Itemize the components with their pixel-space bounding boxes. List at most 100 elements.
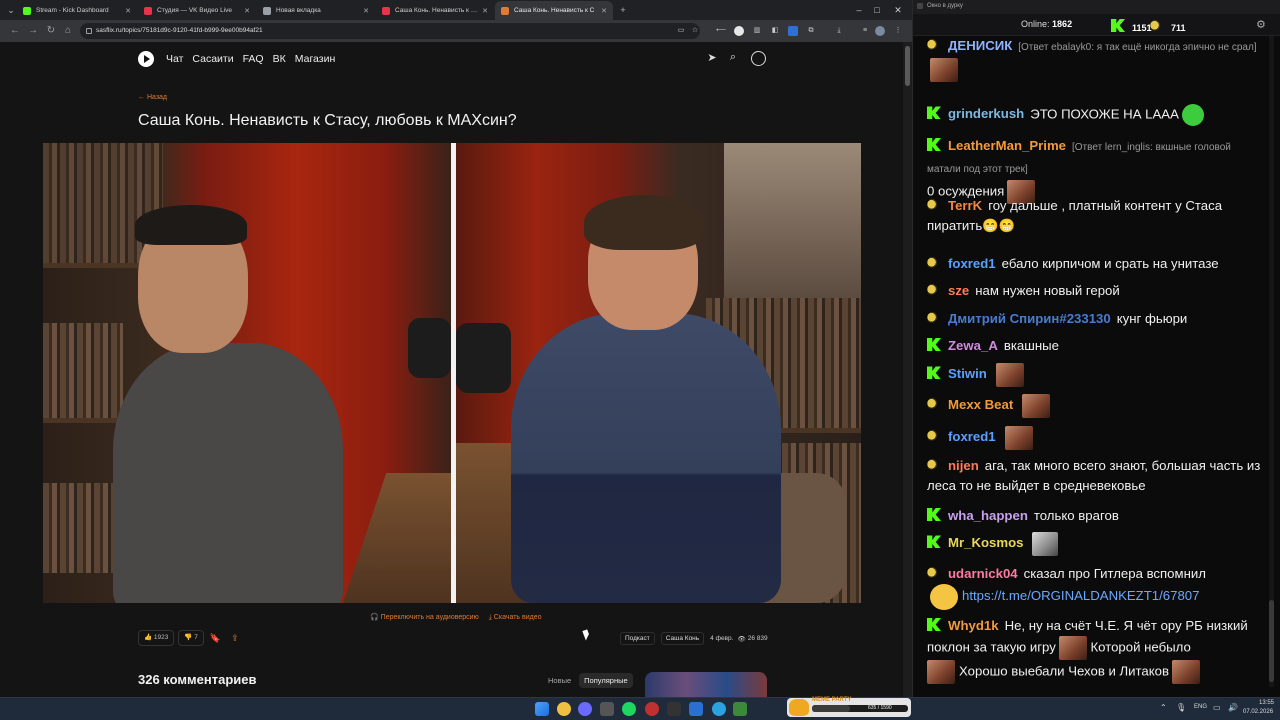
chat-username[interactable]: TerrK <box>948 198 982 213</box>
address-bar[interactable]: sasflix.ru/topics/75181d9c-9120-41fd-b99… <box>80 23 700 39</box>
microphone-icon[interactable]: 🎙 <box>1176 703 1186 712</box>
browser-tab[interactable]: Stream - Kick Dashboard ✕ <box>17 1 137 20</box>
bookmark-icon[interactable]: 🔖 <box>210 633 221 644</box>
keyboard-language[interactable]: ENG <box>1194 704 1207 710</box>
app-icon[interactable] <box>600 702 614 716</box>
sort-popular-tab[interactable]: Популярные <box>579 673 633 688</box>
chat-username[interactable]: Mexx Beat <box>948 397 1013 412</box>
back-arrow-icon[interactable]: ← <box>9 25 21 37</box>
browser-tab[interactable]: Новая вкладка ✕ <box>257 1 375 20</box>
chat-username[interactable]: Mr_Kosmos <box>948 535 1023 550</box>
user-profile-icon[interactable] <box>751 51 766 66</box>
extensions-puzzle-icon[interactable]: ⧉ <box>806 26 816 36</box>
site-info-icon[interactable] <box>86 28 92 34</box>
browser-tab[interactable]: Студия — VK Видео Live ✕ <box>138 1 256 20</box>
cast-icon[interactable]: ▭ <box>676 26 686 36</box>
face-emote-icon <box>995 363 1024 387</box>
tab-close-icon[interactable]: ✕ <box>361 7 371 15</box>
network-icon[interactable]: ▭ <box>1213 703 1221 712</box>
browser-tab[interactable]: Саша Конь. Ненависть к С ✕ <box>495 1 613 20</box>
extension-icon[interactable] <box>788 26 798 36</box>
category-tag[interactable]: Подкаст <box>620 632 655 645</box>
back-link[interactable]: ← Назад <box>138 94 167 101</box>
send-icon[interactable]: ➤ <box>705 51 719 64</box>
extension-icon[interactable]: ▥ <box>752 26 762 36</box>
chat-username[interactable]: LeatherMan_Prime <box>948 138 1066 153</box>
extension-icon[interactable] <box>734 26 744 36</box>
tray-chevron-icon[interactable]: ⌃ <box>1160 703 1167 712</box>
chat-username[interactable]: nijen <box>948 458 979 473</box>
tab-label: Саша Конь. Ненависть к Стасу <box>395 7 480 14</box>
spotify-icon[interactable] <box>622 702 636 716</box>
chat-scrollbar[interactable] <box>1269 36 1274 687</box>
extension-icon[interactable]: ◧ <box>770 26 780 36</box>
gear-icon[interactable]: ⚙ <box>1256 18 1266 31</box>
nav-link-sasaiti[interactable]: Сасаити <box>192 53 233 65</box>
like-button[interactable]: 👍 1923 <box>138 630 175 646</box>
video-player[interactable] <box>43 143 861 603</box>
reload-icon[interactable]: ↻ <box>45 25 57 37</box>
menu-kebab-icon[interactable]: ⋮ <box>893 26 903 36</box>
profile-avatar-icon[interactable] <box>875 26 885 36</box>
close-window-button[interactable]: ✕ <box>890 3 906 17</box>
chrome-icon[interactable] <box>557 702 571 716</box>
forward-arrow-icon[interactable]: → <box>27 25 39 37</box>
new-tab-button[interactable]: + <box>616 3 630 17</box>
nav-link-chat[interactable]: Чат <box>166 53 183 65</box>
extension-icon[interactable]: ⟵ <box>716 26 726 36</box>
home-icon[interactable]: ⌂ <box>62 25 74 37</box>
tab-close-icon[interactable]: ✕ <box>480 7 490 15</box>
promo-thumbnail[interactable] <box>645 672 767 697</box>
minimize-button[interactable]: – <box>851 3 867 17</box>
app-icon[interactable] <box>689 702 703 716</box>
bookmark-star-icon[interactable]: ☆ <box>690 26 700 36</box>
chat-username[interactable]: Zewa_A <box>948 338 998 353</box>
volume-icon[interactable]: 🔊 <box>1228 703 1238 712</box>
app-icon[interactable] <box>667 702 681 716</box>
start-windows-icon[interactable] <box>535 702 549 716</box>
page-scrollbar[interactable] <box>903 42 912 697</box>
tab-close-icon[interactable]: ✕ <box>242 7 252 15</box>
share-icon[interactable]: ⇪ <box>231 633 239 644</box>
guest-tag[interactable]: Саша Конь <box>660 632 705 645</box>
chat-scrollbar-thumb[interactable] <box>1269 600 1274 682</box>
page-title: Саша Конь. Ненависть к Стасу, любовь к М… <box>138 112 517 129</box>
chat-username[interactable]: ДЕНИСИК <box>948 38 1012 53</box>
chat-username[interactable]: sze <box>948 283 969 298</box>
dislike-button[interactable]: 👎 7 <box>178 630 204 646</box>
nav-link-faq[interactable]: FAQ <box>243 53 264 65</box>
tab-close-icon[interactable]: ✕ <box>123 7 133 15</box>
tab-close-icon[interactable]: ✕ <box>599 7 609 15</box>
download-icon[interactable]: ⤓ <box>834 26 844 36</box>
tab-search-icon[interactable]: ⌄ <box>4 3 18 17</box>
browser-tab[interactable]: Саша Конь. Ненависть к Стасу ✕ <box>376 1 494 20</box>
discord-icon[interactable] <box>578 702 592 716</box>
chat-username[interactable]: udarnick04 <box>948 566 1018 581</box>
chat-message-text: Которой небыло <box>1090 639 1191 655</box>
site-logo-play-icon[interactable] <box>138 51 154 67</box>
clock-date[interactable]: 07.02.2026 <box>1243 709 1273 715</box>
clock-time[interactable]: 13:55 <box>1250 700 1274 706</box>
page-scrollbar-thumb[interactable] <box>905 46 910 86</box>
sort-new-tab[interactable]: Новые <box>543 673 576 688</box>
chat-message-text: вкашные <box>1003 338 1059 353</box>
obs-icon[interactable] <box>645 702 659 716</box>
banana-badge-icon <box>927 36 944 54</box>
chat-username[interactable]: Whyd1k <box>948 618 999 633</box>
chat-username[interactable]: grinderkush <box>948 106 1024 121</box>
chat-username[interactable]: Дмитрий Спирин#233130 <box>948 311 1111 326</box>
nav-link-vk[interactable]: ВК <box>273 53 286 65</box>
maximize-button[interactable]: □ <box>869 3 885 17</box>
switch-to-audio-link[interactable]: 🎧 Переключить на аудиоверсию <box>370 614 479 621</box>
chat-username[interactable]: foxred1 <box>948 256 996 271</box>
chat-username[interactable]: foxred1 <box>948 429 996 444</box>
search-icon[interactable]: ⌕ <box>726 51 740 64</box>
chat-username[interactable]: Stiwin <box>948 366 987 381</box>
app-icon[interactable] <box>733 702 747 716</box>
reading-list-icon[interactable]: ≡ <box>860 26 870 36</box>
telegram-icon[interactable] <box>712 702 726 716</box>
nav-link-shop[interactable]: Магазин <box>295 53 336 65</box>
chat-username[interactable]: wha_happen <box>948 508 1028 523</box>
download-video-link[interactable]: ⤓ Скачать видео <box>489 614 542 621</box>
chat-link[interactable]: https://t.me/ORGINALDANKEZT1/67807 <box>962 588 1199 603</box>
